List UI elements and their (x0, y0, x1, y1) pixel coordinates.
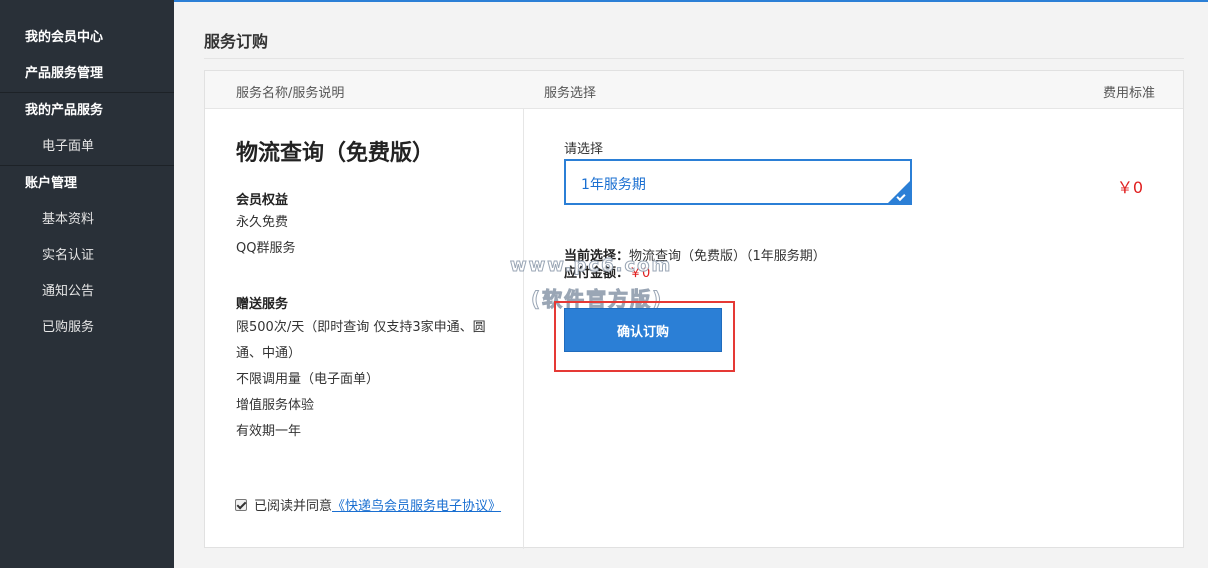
sidebar: 我的会员中心 产品服务管理 我的产品服务 电子面单 账户管理 基本资料 实名认证… (0, 0, 174, 568)
title-divider (204, 58, 1184, 59)
watermark-line-1: www.pc6.com (509, 255, 673, 277)
sidebar-group-account[interactable]: 账户管理 (0, 166, 174, 202)
sidebar-item-e-waybill[interactable]: 电子面单 (0, 129, 174, 165)
order-panel: 服务名称/服务说明 服务选择 费用标准 物流查询（免费版） 会员权益 永久免费 … (204, 70, 1184, 549)
gifts-title: 赠送服务 (236, 297, 289, 312)
column-divider (523, 109, 524, 549)
table-header: 服务名称/服务说明 服务选择 费用标准 (205, 71, 1183, 109)
select-label: 请选择 (564, 142, 604, 157)
agreement-link[interactable]: 《快递鸟会员服务电子协议》 (332, 495, 501, 514)
gift-item: 通、中通） (236, 346, 302, 361)
main-content: 服务订购 服务名称/服务说明 服务选择 费用标准 物流查询（免费版） 会员权益 … (174, 2, 1208, 568)
benefits-title: 会员权益 (236, 193, 289, 208)
select-value: 1年服务期 (581, 177, 646, 193)
agreement-checkbox[interactable] (235, 498, 247, 511)
sidebar-item-notices[interactable]: 通知公告 (0, 274, 174, 310)
gift-item: 不限调用量（电子面单） (236, 372, 380, 387)
fee-price: ￥0 (1116, 178, 1143, 197)
header-service-name: 服务名称/服务说明 (236, 86, 345, 101)
confirm-order-button[interactable]: 确认订购 (564, 308, 722, 352)
agreement-row: 已阅读并同意 《快递鸟会员服务电子协议》 (235, 495, 501, 514)
page-title: 服务订购 (204, 32, 269, 51)
service-name: 物流查询（免费版） (236, 141, 435, 166)
sidebar-item-profile[interactable]: 基本资料 (0, 202, 174, 238)
gift-item: 有效期一年 (236, 424, 302, 439)
header-service-choice: 服务选择 (544, 86, 597, 101)
service-period-select[interactable]: 1年服务期 (564, 159, 912, 205)
benefit-item: 永久免费 (236, 215, 289, 230)
agreement-text: 已阅读并同意 (254, 499, 333, 514)
sidebar-item-verification[interactable]: 实名认证 (0, 238, 174, 274)
sidebar-item-purchased[interactable]: 已购服务 (0, 310, 174, 346)
gift-item: 限500次/天（即时查询 仅支持3家申通、圆 (236, 320, 486, 335)
sidebar-group-member-center[interactable]: 我的会员中心 (0, 20, 174, 56)
sidebar-group-my-products[interactable]: 我的产品服务 (0, 93, 174, 129)
sidebar-group-product-service-mgmt[interactable]: 产品服务管理 (0, 56, 174, 92)
header-fee: 费用标准 (1102, 86, 1155, 101)
benefit-item: QQ群服务 (236, 241, 296, 256)
gift-item: 增值服务体验 (236, 398, 315, 413)
